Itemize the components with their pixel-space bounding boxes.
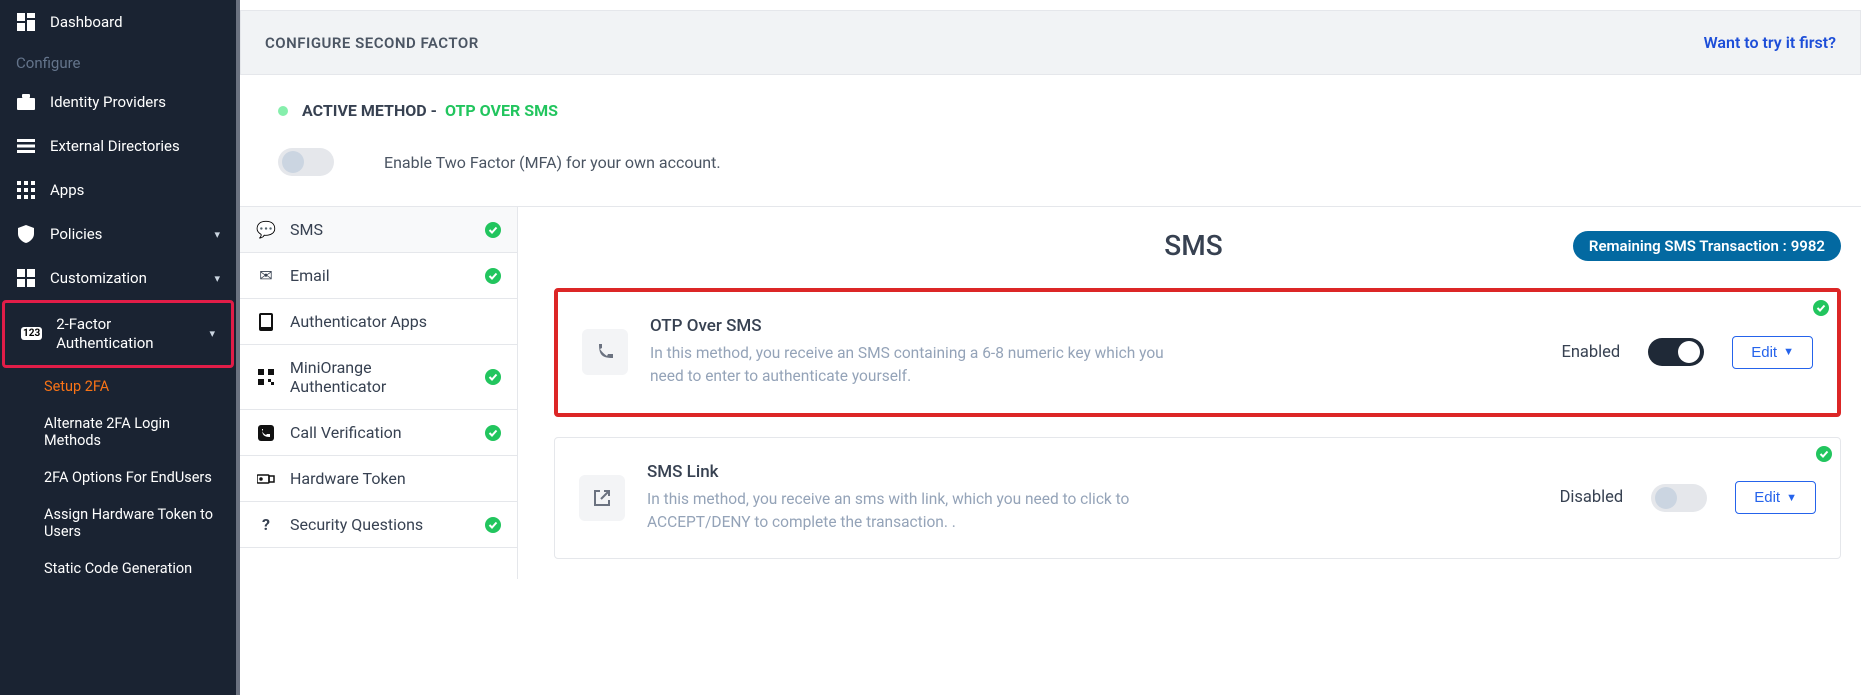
tab-label: Security Questions [290,515,423,534]
sidebar-item-apps[interactable]: Apps [0,168,236,212]
chevron-down-icon: ▼ [1783,346,1794,358]
external-link-icon [579,475,625,521]
sidebar-item-label: Apps [50,181,84,200]
sidebar-section-configure: Configure [0,44,236,80]
phone-icon [582,329,628,375]
shield-icon [16,224,36,244]
method-card-sms-link: SMS Link In this method, you receive an … [554,437,1841,560]
active-method-label: ACTIVE METHOD - [302,101,437,120]
remaining-sms-badge: Remaining SMS Transaction : 9982 [1573,231,1841,261]
sidebar-item-dashboard[interactable]: Dashboard [0,0,236,44]
card-toggle[interactable] [1651,484,1707,512]
dashboard-icon [16,12,36,32]
twofa-icon: 123 [21,327,42,340]
sidebar-item-label: External Directories [50,137,180,156]
method-panel: SMS Remaining SMS Transaction : 9982 OTP… [518,206,1861,579]
tab-sms[interactable]: 💬 SMS [240,207,517,253]
tab-authenticator-apps[interactable]: Authenticator Apps [240,299,517,345]
try-link[interactable]: Want to try it first? [1704,33,1836,52]
list-icon [16,136,36,156]
badge-label: Remaining SMS Transaction : [1589,237,1787,255]
tab-label: Call Verification [290,423,402,442]
qr-icon [256,369,276,385]
sidebar-sub-static-code[interactable]: Static Code Generation [0,550,236,587]
panel-title: SMS [814,229,1573,262]
phone-icon [256,313,276,331]
sms-icon: 💬 [256,220,276,239]
usb-icon [256,473,276,485]
edit-button[interactable]: Edit ▼ [1735,481,1816,514]
panel-header: SMS Remaining SMS Transaction : 9982 [554,229,1841,262]
page-title: CONFIGURE SECOND FACTOR [265,34,479,52]
card-toggle[interactable] [1648,338,1704,366]
grid-icon [16,180,36,200]
card-title: SMS Link [647,462,1538,482]
sidebar-item-policies[interactable]: Policies ▾ [0,212,236,256]
sidebar-item-label: Customization [50,269,147,288]
card-description: In this method, you receive an sms with … [647,488,1167,535]
call-icon [256,425,276,441]
method-card-otp-sms: OTP Over SMS In this method, you receive… [554,288,1841,417]
tab-label: MiniOrange Authenticator [290,358,471,396]
puzzle-icon [16,268,36,288]
tab-miniorange-auth[interactable]: MiniOrange Authenticator [240,345,517,410]
chevron-down-icon: ▾ [214,272,220,285]
check-icon [485,222,501,238]
sidebar-item-label: Dashboard [50,13,123,32]
tab-label: Email [290,266,330,285]
page-header: CONFIGURE SECOND FACTOR Want to try it f… [240,10,1861,75]
tab-security-questions[interactable]: ? Security Questions [240,502,517,548]
check-icon [1813,300,1829,316]
chevron-down-icon: ▼ [1786,492,1797,504]
sidebar-item-label: Identity Providers [50,93,166,112]
edit-button[interactable]: Edit ▼ [1732,336,1813,369]
sidebar-sub-alternate[interactable]: Alternate 2FA Login Methods [0,405,236,459]
sidebar-item-identity-providers[interactable]: Identity Providers [0,80,236,124]
enable-mfa-text: Enable Two Factor (MFA) for your own acc… [384,153,721,172]
card-status: Disabled [1560,488,1624,507]
method-tabs: 💬 SMS ✉ Email Authenticator Apps [240,206,518,579]
enable-mfa-row: Enable Two Factor (MFA) for your own acc… [240,130,1861,206]
check-icon [485,425,501,441]
email-icon: ✉ [256,266,276,285]
status-dot-icon [278,106,288,116]
sidebar-item-label: 2-Factor Authentication [56,315,195,353]
tab-label: Hardware Token [290,469,406,488]
sidebar-item-2fa[interactable]: 123 2-Factor Authentication ▾ [2,300,234,368]
tab-hardware-token[interactable]: Hardware Token [240,456,517,502]
edit-label: Edit [1751,344,1777,361]
card-status: Enabled [1561,343,1620,362]
sidebar-sub-endusers[interactable]: 2FA Options For EndUsers [0,459,236,496]
sidebar-item-customization[interactable]: Customization ▾ [0,256,236,300]
check-icon [1816,446,1832,462]
check-icon [485,369,501,385]
tab-label: Authenticator Apps [290,312,427,331]
check-icon [485,268,501,284]
tab-call-verification[interactable]: Call Verification [240,410,517,456]
chevron-down-icon: ▾ [214,228,220,241]
tab-label: SMS [290,220,323,239]
sidebar-item-external-directories[interactable]: External Directories [0,124,236,168]
chevron-down-icon: ▾ [209,327,215,340]
sidebar-item-label: Policies [50,225,102,244]
card-title: OTP Over SMS [650,316,1539,336]
edit-label: Edit [1754,489,1780,506]
check-icon [485,517,501,533]
active-method-row: ACTIVE METHOD - OTP OVER SMS [240,75,1861,130]
enable-mfa-toggle[interactable] [278,148,334,176]
card-description: In this method, you receive an SMS conta… [650,342,1170,389]
sidebar: Dashboard Configure Identity Providers E… [0,0,240,695]
main-content: CONFIGURE SECOND FACTOR Want to try it f… [240,0,1861,695]
question-icon: ? [256,515,276,534]
badge-value: 9982 [1791,237,1825,255]
tab-email[interactable]: ✉ Email [240,253,517,299]
sidebar-sub-assign-token[interactable]: Assign Hardware Token to Users [0,496,236,550]
sidebar-sub-setup-2fa[interactable]: Setup 2FA [0,368,236,405]
active-method-value: OTP OVER SMS [445,101,558,120]
briefcase-icon [16,92,36,112]
